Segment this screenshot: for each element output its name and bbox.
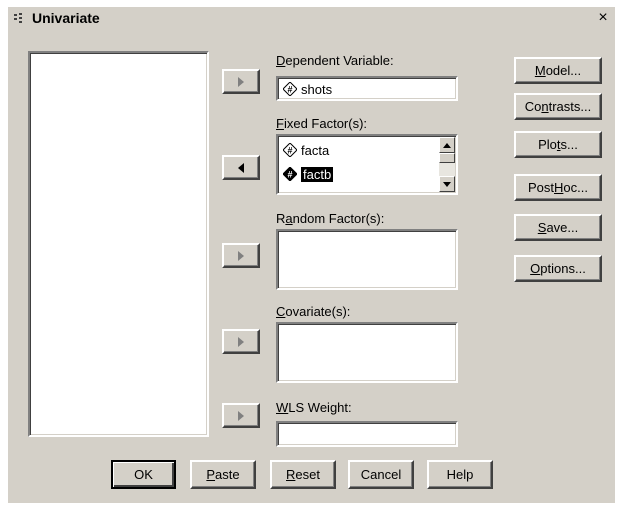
wls-weight-field[interactable]: [276, 421, 458, 447]
move-to-covariates-button[interactable]: [222, 329, 260, 354]
save-button[interactable]: Save...: [514, 214, 602, 241]
dependent-variable-label: Dependent Variable:: [276, 53, 394, 68]
arrow-down-icon: [443, 181, 451, 187]
close-icon[interactable]: ×: [595, 9, 611, 27]
contrasts-button[interactable]: Co n trasts...: [514, 93, 602, 120]
scroll-up-button[interactable]: [439, 137, 455, 153]
fixed-factor-name: factb: [301, 166, 334, 182]
ok-button[interactable]: OK: [111, 460, 176, 489]
title-bar: Univariate ×: [8, 7, 615, 29]
fixed-factor-item-selected[interactable]: # factb: [283, 165, 334, 183]
move-to-dependent-button[interactable]: [222, 69, 260, 94]
window-title: Univariate: [32, 10, 100, 26]
svg-text:#: #: [287, 146, 292, 156]
scroll-down-button[interactable]: [439, 176, 455, 192]
arrow-up-icon: [443, 142, 451, 148]
fixed-factors-scrollbar[interactable]: [439, 137, 455, 192]
paste-button[interactable]: Paste: [190, 460, 256, 489]
move-from-fixed-factors-button[interactable]: [222, 155, 260, 180]
model-button[interactable]: Model...: [514, 57, 602, 84]
arrow-right-icon: [238, 336, 244, 347]
arrow-left-icon: [238, 162, 244, 173]
options-button[interactable]: Options...: [514, 255, 602, 282]
dependent-variable-field[interactable]: # shots: [276, 76, 458, 101]
random-factors-label: Random Factor(s):: [276, 211, 385, 226]
covariates-label: Covariate(s):: [276, 304, 351, 319]
fixed-factors-list[interactable]: # facta # factb: [276, 134, 458, 195]
arrow-right-icon: [238, 76, 244, 87]
fixed-factors-label: Fixed Factor(s):: [276, 116, 368, 131]
arrow-right-icon: [238, 250, 244, 261]
move-to-wls-weight-button[interactable]: [222, 403, 260, 428]
arrow-right-icon: [238, 410, 244, 421]
source-variable-list[interactable]: [28, 51, 209, 437]
scroll-thumb[interactable]: [439, 153, 455, 163]
numeric-variable-icon: #: [283, 82, 297, 96]
plots-button[interactable]: Plo t s...: [514, 131, 602, 158]
svg-text:#: #: [287, 170, 292, 180]
dependent-variable-item: # shots: [283, 80, 332, 98]
univariate-dialog: Univariate × Dependent Variable: # shots…: [8, 7, 615, 503]
app-icon: [14, 12, 28, 24]
covariates-list[interactable]: [276, 322, 458, 383]
numeric-variable-icon: #: [283, 143, 297, 157]
post-hoc-button[interactable]: Post Hoc...: [514, 174, 602, 201]
move-to-random-factors-button[interactable]: [222, 243, 260, 268]
reset-button[interactable]: Reset: [270, 460, 336, 489]
dependent-variable-value: shots: [301, 81, 333, 97]
wls-weight-label: WLS Weight:: [276, 400, 352, 415]
numeric-variable-icon: #: [283, 167, 297, 181]
cancel-button[interactable]: Cancel: [348, 460, 414, 489]
fixed-factor-item[interactable]: # facta: [283, 141, 329, 159]
svg-text:#: #: [287, 85, 292, 95]
help-button[interactable]: Help: [427, 460, 493, 489]
random-factors-list[interactable]: [276, 229, 458, 290]
fixed-factor-name: facta: [301, 142, 330, 158]
